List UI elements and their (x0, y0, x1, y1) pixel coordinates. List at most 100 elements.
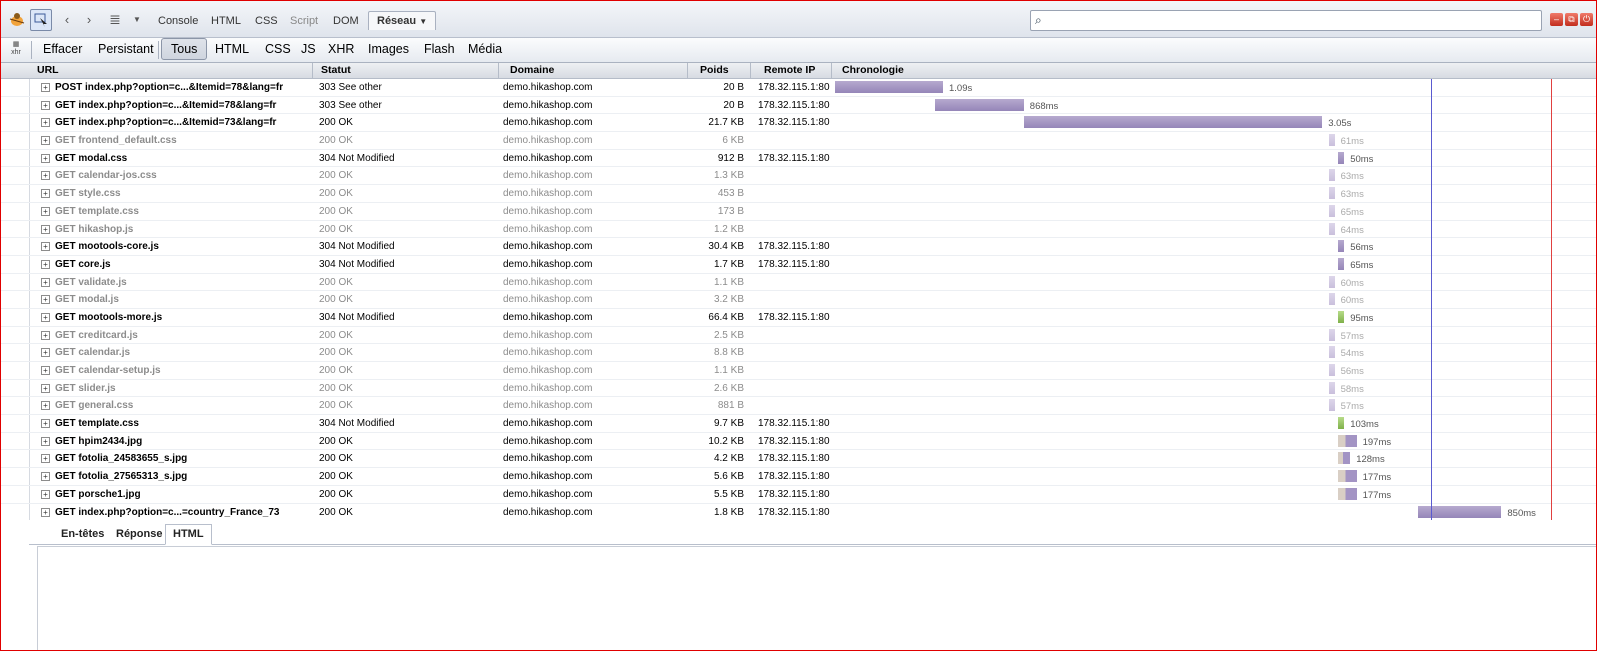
search-box[interactable]: ⌕ (1030, 10, 1542, 31)
filter-all-button[interactable]: Tous (161, 38, 208, 60)
filter-images-button[interactable]: Images (368, 42, 409, 56)
minimize-icon[interactable]: – (1550, 13, 1563, 26)
tab-html-preview[interactable]: HTML (165, 524, 212, 545)
expand-icon[interactable]: + (41, 242, 50, 252)
expand-icon[interactable]: + (41, 507, 50, 517)
table-row[interactable]: + GET style.css 200 OK demo.hikashop.com 453… (1, 185, 1596, 203)
table-row[interactable]: + GET hpim2434.jpg 200 OK demo.hikashop.com… (1, 433, 1596, 451)
tab-console[interactable]: Console (158, 15, 198, 27)
xhr-icon[interactable]: ▦ xhr (9, 41, 23, 57)
menu-icon[interactable]: ≣ (105, 9, 125, 29)
filter-html-button[interactable]: HTML (215, 42, 249, 56)
tab-script[interactable]: Script (290, 15, 318, 27)
request-url[interactable]: GET porsche1.jpg (55, 489, 141, 500)
filter-xhr-button[interactable]: XHR (328, 42, 354, 56)
table-row[interactable]: + GET modal.css 304 Not Modified demo.hikas… (1, 150, 1596, 168)
expand-icon[interactable]: + (41, 383, 50, 393)
table-row[interactable]: + GET frontend_default.css 200 OK demo.hika… (1, 132, 1596, 150)
expand-icon[interactable]: + (41, 224, 50, 234)
expand-icon[interactable]: + (41, 189, 50, 199)
expand-icon[interactable]: + (41, 436, 50, 446)
close-icon[interactable]: ⏻ (1580, 13, 1593, 26)
request-url[interactable]: GET fotolia_24583655_s.jpg (55, 453, 187, 464)
request-url[interactable]: GET fotolia_27565313_s.jpg (55, 471, 187, 482)
filter-css-button[interactable]: CSS (265, 42, 291, 56)
filter-flash-button[interactable]: Flash (424, 42, 455, 56)
menu-dropdown-icon[interactable]: ▼ (130, 9, 144, 29)
detach-icon[interactable]: ⧉ (1565, 13, 1578, 26)
request-url[interactable]: GET mootools-core.js (55, 241, 159, 252)
request-url[interactable]: GET hikashop.js (55, 224, 133, 235)
expand-icon[interactable]: + (41, 277, 50, 287)
table-row[interactable]: + GET template.css 200 OK demo.hikashop.com… (1, 203, 1596, 221)
table-row[interactable]: + GET fotolia_24583655_s.jpg 200 OK demo.hi… (1, 450, 1596, 469)
table-row[interactable]: + GET calendar-setup.js 200 OK demo.hikasho… (1, 362, 1596, 380)
expand-icon[interactable]: + (41, 330, 50, 340)
back-icon[interactable]: ‹ (57, 9, 77, 29)
expand-icon[interactable]: + (41, 454, 50, 464)
request-url[interactable]: GET index.php?option=c...&Itemid=73&lang… (55, 117, 276, 128)
expand-icon[interactable]: + (41, 171, 50, 181)
column-remote-ip[interactable]: Remote IP (764, 64, 815, 76)
inspect-icon[interactable] (30, 9, 52, 31)
request-url[interactable]: GET style.css (55, 188, 121, 199)
expand-icon[interactable]: + (41, 419, 50, 429)
expand-icon[interactable]: + (41, 83, 50, 92)
request-url[interactable]: GET core.js (55, 259, 111, 270)
column-timeline[interactable]: Chronologie (842, 64, 904, 76)
request-url[interactable]: GET template.css (55, 206, 139, 217)
request-url[interactable]: GET general.css (55, 400, 133, 411)
table-row[interactable]: + GET core.js 304 Not Modified demo.hikasho… (1, 256, 1596, 274)
table-row[interactable]: + GET index.php?option=c...&Itemid=73&lan… (1, 114, 1596, 133)
tab-headers[interactable]: En-têtes (61, 528, 104, 540)
request-url[interactable]: GET slider.js (55, 383, 116, 394)
expand-icon[interactable]: + (41, 295, 50, 305)
column-domain[interactable]: Domaine (510, 64, 554, 76)
expand-icon[interactable]: + (41, 401, 50, 411)
table-row[interactable]: + GET porsche1.jpg 200 OK demo.hikashop.com… (1, 486, 1596, 504)
request-url[interactable]: GET calendar-setup.js (55, 365, 161, 376)
table-row[interactable]: + GET modal.js 200 OK demo.hikashop.com 3.2 … (1, 291, 1596, 309)
column-url[interactable]: URL (37, 64, 59, 76)
table-row[interactable]: + GET mootools-more.js 304 Not Modified dem… (1, 309, 1596, 327)
persist-button[interactable]: Persistant (98, 42, 154, 56)
expand-icon[interactable]: + (41, 259, 50, 269)
search-input[interactable] (1049, 12, 1539, 29)
request-url[interactable]: GET creditcard.js (55, 330, 138, 341)
firebug-icon[interactable] (7, 9, 27, 29)
table-row[interactable]: + GET calendar.js 200 OK demo.hikashop.com 8… (1, 344, 1596, 362)
tab-network[interactable]: Réseau ▼ (368, 11, 437, 30)
table-row[interactable]: + GET calendar-jos.css 200 OK demo.hikashop… (1, 167, 1596, 186)
request-url[interactable]: GET template.css (55, 418, 139, 429)
request-url[interactable]: GET modal.js (55, 294, 119, 305)
request-url[interactable]: GET frontend_default.css (55, 135, 177, 146)
table-row[interactable]: + GET validate.js 200 OK demo.hikashop.com 1… (1, 274, 1596, 292)
expand-icon[interactable]: + (41, 153, 50, 163)
table-row[interactable]: + GET creditcard.js 200 OK demo.hikashop.co… (1, 327, 1596, 345)
expand-icon[interactable]: + (41, 100, 50, 110)
expand-icon[interactable]: + (41, 118, 50, 128)
column-size[interactable]: Poids (700, 64, 729, 76)
table-row[interactable]: + GET general.css 200 OK demo.hikashop.com 8… (1, 397, 1596, 416)
filter-media-button[interactable]: Média (468, 42, 502, 56)
table-row[interactable]: + GET index.php?option=c...&Itemid=78&lan… (1, 97, 1596, 115)
request-url[interactable]: GET calendar-jos.css (55, 170, 157, 181)
table-row[interactable]: + POST index.php?option=c...&Itemid=78&la… (1, 79, 1596, 97)
tab-css[interactable]: CSS (255, 15, 278, 27)
filter-js-button[interactable]: JS (301, 42, 316, 56)
table-row[interactable]: + GET index.php?option=c...=country_Franc… (1, 504, 1596, 522)
request-url[interactable]: GET index.php?option=c...&Itemid=78&lang… (55, 100, 276, 111)
expand-icon[interactable]: + (41, 312, 50, 322)
request-url[interactable]: POST index.php?option=c...&Itemid=78&lan… (55, 82, 283, 93)
table-row[interactable]: + GET mootools-core.js 304 Not Modified dem… (1, 238, 1596, 256)
expand-icon[interactable]: + (41, 489, 50, 499)
request-url[interactable]: GET calendar.js (55, 347, 130, 358)
expand-icon[interactable]: + (41, 472, 50, 482)
forward-icon[interactable]: › (79, 9, 99, 29)
expand-icon[interactable]: + (41, 366, 50, 375)
request-url[interactable]: GET hpim2434.jpg (55, 436, 142, 447)
table-row[interactable]: + GET template.css 304 Not Modified demo.hi… (1, 415, 1596, 433)
request-url[interactable]: GET index.php?option=c...=country_France… (55, 507, 280, 518)
tab-dom[interactable]: DOM (333, 15, 359, 27)
expand-icon[interactable]: + (41, 206, 50, 216)
